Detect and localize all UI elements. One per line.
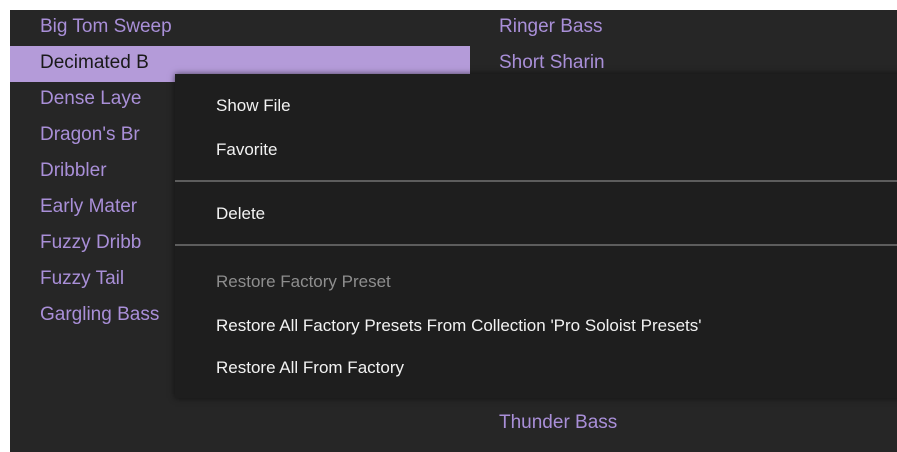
menu-separator xyxy=(175,180,897,182)
menu-separator xyxy=(175,244,897,246)
preset-browser: Big Tom Sweep Decimated B Dense Laye Dra… xyxy=(10,10,897,452)
preset-item[interactable]: Ringer Bass xyxy=(470,10,897,46)
menu-item-restore-factory-preset: Restore Factory Preset xyxy=(216,272,391,291)
menu-item-restore-all-collection[interactable]: Restore All Factory Presets From Collect… xyxy=(216,316,702,336)
preset-item[interactable]: Big Tom Sweep xyxy=(10,10,470,46)
menu-item-favorite[interactable]: Favorite xyxy=(216,140,277,160)
context-menu: Show File Favorite Delete Restore Factor… xyxy=(175,74,897,398)
menu-item-show-file[interactable]: Show File xyxy=(216,96,291,116)
preset-column-right: Ringer Bass Short Sharin Thunder Bass xyxy=(470,10,897,433)
menu-item-restore-all-factory[interactable]: Restore All From Factory xyxy=(216,358,404,378)
preset-item[interactable]: Thunder Bass xyxy=(470,406,897,442)
menu-item-delete[interactable]: Delete xyxy=(216,204,265,224)
